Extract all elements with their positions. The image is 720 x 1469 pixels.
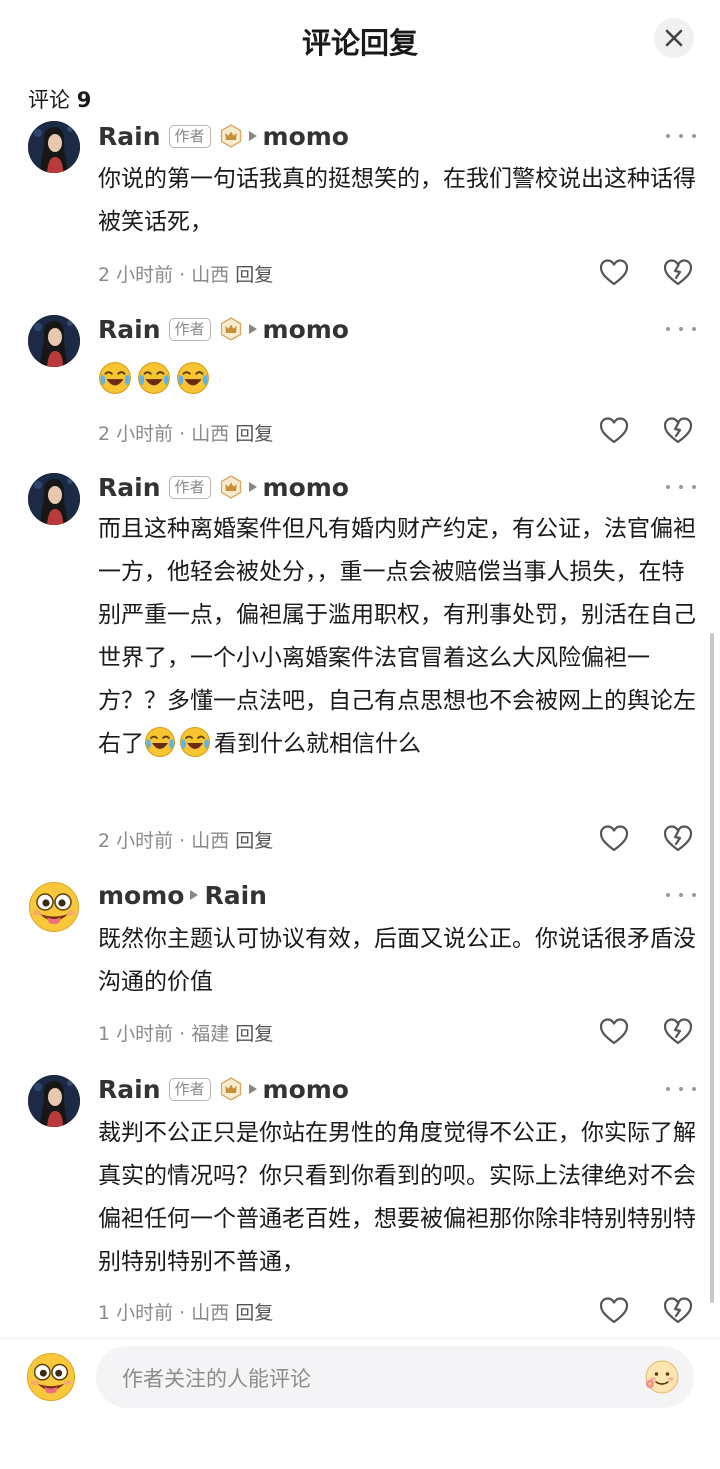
more-options-icon[interactable] bbox=[666, 1083, 696, 1095]
reply-arrow-icon bbox=[190, 890, 199, 900]
comment-meta: 2 小时前 · 山西 回复 bbox=[98, 264, 274, 286]
reply-arrow-icon bbox=[248, 324, 257, 334]
author-tag: 作者 bbox=[168, 124, 211, 148]
broken-heart-icon[interactable] bbox=[662, 823, 694, 853]
username[interactable]: momo bbox=[98, 881, 184, 910]
comment-count: 评论 9 bbox=[28, 84, 91, 114]
crown-badge-icon bbox=[219, 317, 243, 341]
user-avatar bbox=[26, 1352, 76, 1402]
laugh-cry-emoji bbox=[98, 361, 132, 395]
comment-emoji-row bbox=[98, 361, 210, 397]
author-tag: 作者 bbox=[168, 1077, 211, 1101]
avatar[interactable] bbox=[28, 1075, 80, 1127]
laugh-cry-emoji bbox=[144, 726, 176, 758]
broken-heart-icon[interactable] bbox=[662, 257, 694, 287]
header: 评论回复 bbox=[0, 0, 720, 80]
more-options-icon[interactable] bbox=[666, 481, 696, 493]
avatar[interactable] bbox=[28, 121, 80, 173]
close-button[interactable] bbox=[654, 18, 694, 58]
comment-meta: 1 小时前 · 福建 回复 bbox=[98, 1023, 274, 1045]
author-tag: 作者 bbox=[168, 475, 211, 499]
comment-location: 山西 bbox=[191, 1302, 230, 1324]
page-title: 评论回复 bbox=[301, 26, 418, 60]
author-tag: 作者 bbox=[168, 317, 211, 341]
username[interactable]: Rain bbox=[98, 315, 161, 344]
heart-icon[interactable] bbox=[598, 823, 630, 853]
comment-meta: 2 小时前 · 山西 回复 bbox=[98, 423, 274, 445]
laugh-cry-emoji bbox=[137, 361, 171, 395]
comment-time: 1 小时前 bbox=[98, 1302, 174, 1324]
comment-time: 2 小时前 bbox=[98, 423, 174, 445]
comment-location: 福建 bbox=[191, 1023, 230, 1045]
broken-heart-icon[interactable] bbox=[662, 415, 694, 445]
comment-input[interactable]: 作者关注的人能评论 bbox=[96, 1346, 694, 1408]
more-options-icon[interactable] bbox=[666, 130, 696, 142]
more-options-icon[interactable] bbox=[666, 323, 696, 335]
comment-count-value: 9 bbox=[76, 88, 92, 112]
comment-count-label: 评论 bbox=[28, 88, 70, 112]
heart-icon[interactable] bbox=[598, 1295, 630, 1325]
crown-badge-icon bbox=[219, 475, 243, 499]
avatar[interactable] bbox=[28, 315, 80, 367]
more-options-icon[interactable] bbox=[666, 889, 696, 901]
heart-icon[interactable] bbox=[598, 415, 630, 445]
laugh-cry-emoji bbox=[179, 726, 211, 758]
comment-header: momo Rain bbox=[98, 879, 267, 911]
comment-header: Rain 作者 momo bbox=[98, 1073, 349, 1105]
comment-header: Rain 作者 momo bbox=[98, 120, 349, 152]
reply-arrow-icon bbox=[248, 131, 257, 141]
emoji-sticker-icon[interactable] bbox=[644, 1359, 680, 1395]
close-icon bbox=[665, 29, 683, 47]
comment-text: 既然你主题认可协议有效，后面又说公正。你说话很矛盾没沟通的价值 bbox=[98, 926, 696, 995]
reply-to-username[interactable]: momo bbox=[263, 122, 349, 151]
scrollbar[interactable] bbox=[710, 633, 714, 1303]
comment-meta: 2 小时前 · 山西 回复 bbox=[98, 830, 274, 852]
reply-button[interactable]: 回复 bbox=[235, 830, 273, 852]
avatar[interactable] bbox=[28, 473, 80, 525]
reply-to-username[interactable]: momo bbox=[263, 473, 349, 502]
comment-header: Rain 作者 momo bbox=[98, 471, 349, 503]
divider bbox=[0, 1338, 720, 1339]
crown-badge-icon bbox=[219, 124, 243, 148]
laugh-cry-emoji bbox=[176, 361, 210, 395]
comment-meta: 1 小时前 · 山西 回复 bbox=[98, 1302, 274, 1324]
reply-arrow-icon bbox=[248, 1084, 257, 1094]
username[interactable]: Rain bbox=[98, 1075, 161, 1104]
reply-button[interactable]: 回复 bbox=[235, 1302, 273, 1324]
comment-location: 山西 bbox=[191, 830, 230, 852]
broken-heart-icon[interactable] bbox=[662, 1295, 694, 1325]
crown-badge-icon bbox=[219, 1077, 243, 1101]
comment-location: 山西 bbox=[191, 423, 230, 445]
avatar[interactable] bbox=[28, 881, 80, 933]
reply-to-username[interactable]: momo bbox=[263, 315, 349, 344]
comment-text: 裁判不公正只是你站在男性的角度觉得不公正，你实际了解真实的情况吗？你只看到你看到… bbox=[98, 1120, 696, 1275]
comment-text-part: 看到什么就相信什么 bbox=[214, 731, 421, 757]
username[interactable]: Rain bbox=[98, 473, 161, 502]
username[interactable]: Rain bbox=[98, 122, 161, 151]
comment-text: 而且这种离婚案件但凡有婚内财产约定，有公证，法官偏袒一方，他轻会被处分，，重一点… bbox=[98, 508, 698, 766]
reply-to-username[interactable]: Rain bbox=[204, 881, 267, 910]
reply-button[interactable]: 回复 bbox=[235, 423, 273, 445]
reply-button[interactable]: 回复 bbox=[235, 1023, 273, 1045]
reply-button[interactable]: 回复 bbox=[235, 264, 273, 286]
comment-time: 2 小时前 bbox=[98, 830, 174, 852]
comment-input-placeholder: 作者关注的人能评论 bbox=[122, 1367, 311, 1391]
heart-icon[interactable] bbox=[598, 1016, 630, 1046]
comment-location: 山西 bbox=[191, 264, 230, 286]
comment-header: Rain 作者 momo bbox=[98, 313, 349, 345]
comment-text: 你说的第一句话我真的挺想笑的，在我们警校说出这种话得被笑话死， bbox=[98, 166, 696, 235]
comment-time: 2 小时前 bbox=[98, 264, 174, 286]
heart-icon[interactable] bbox=[598, 257, 630, 287]
comment-time: 1 小时前 bbox=[98, 1023, 174, 1045]
comment-text-part: 而且这种离婚案件但凡有婚内财产约定，有公证，法官偏袒一方，他轻会被处分，，重一点… bbox=[98, 516, 696, 757]
reply-arrow-icon bbox=[248, 482, 257, 492]
broken-heart-icon[interactable] bbox=[662, 1016, 694, 1046]
reply-to-username[interactable]: momo bbox=[263, 1075, 349, 1104]
